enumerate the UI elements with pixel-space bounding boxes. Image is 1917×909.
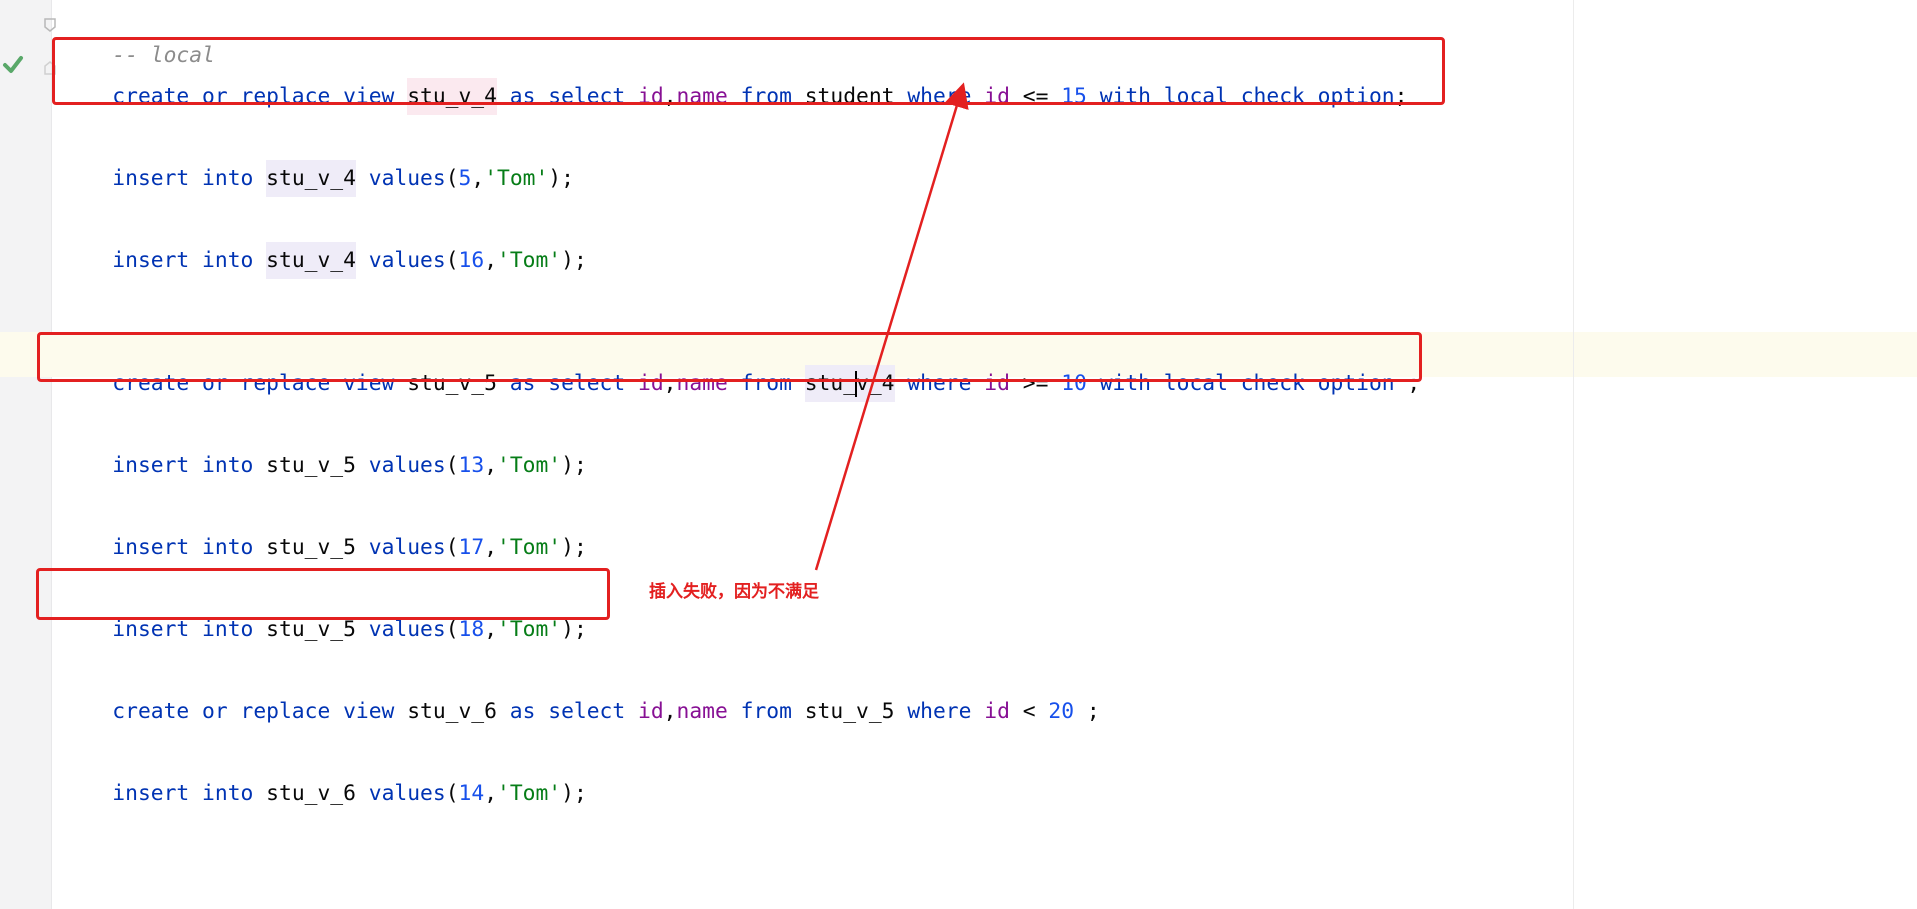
annotation-label: 插入失败，因为不满足 xyxy=(649,582,819,602)
annotation-arrow xyxy=(814,82,969,571)
